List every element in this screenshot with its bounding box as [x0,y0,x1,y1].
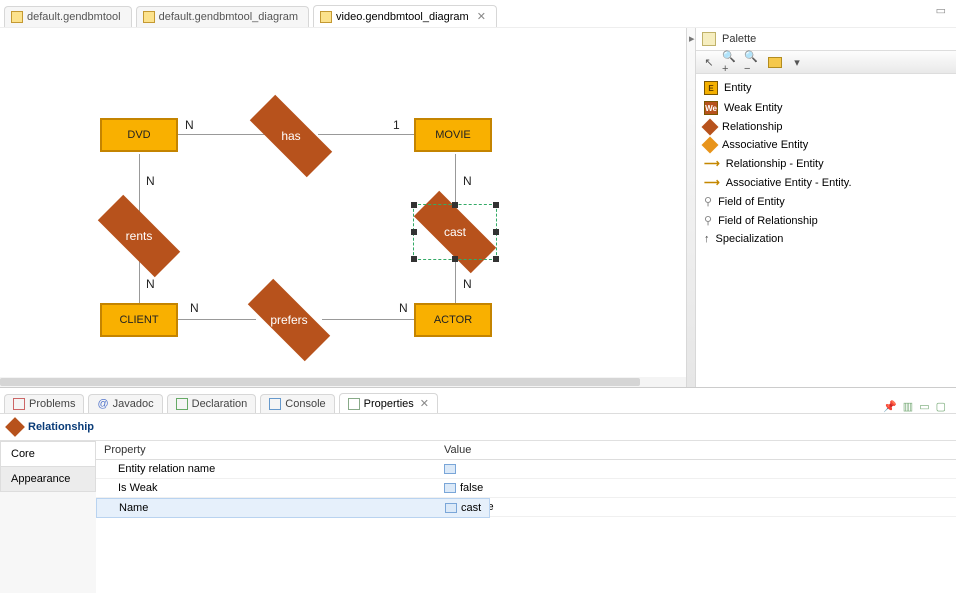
palette-item-relationship-entity[interactable]: ⟶Relationship - Entity [696,154,956,173]
palette-item-specialization[interactable]: ↑Specialization [696,230,956,248]
view-toolbar: 📌 ▥ ▭ ▢ [883,400,956,413]
palette-item-field-of-relationship[interactable]: ⚲Field of Relationship [696,211,956,230]
file-icon [143,11,155,23]
property-row[interactable]: Entity relation name [96,460,956,479]
tab-problems[interactable]: Problems [4,394,84,413]
edge [322,319,414,320]
editor-area: DVD MOVIE CLIENT ACTOR has rents cast pr… [0,28,956,388]
palette-item-weak-entity[interactable]: WeWeak Entity [696,98,956,118]
side-tab-appearance[interactable]: Appearance [0,466,96,492]
restore-icon[interactable]: ▭ [926,0,956,21]
properties-header-row: Property Value [96,441,956,460]
select-tool-icon[interactable]: ↖ [700,53,718,71]
palette-icon [702,32,716,46]
relationship-has[interactable]: has [260,118,322,154]
cardinality: N [190,301,199,315]
palette-item-field-of-entity[interactable]: ⚲Field of Entity [696,192,956,211]
palette-item-entity[interactable]: EEntity [696,78,956,98]
minimize-icon[interactable]: ▭ [919,400,929,413]
palette-item-associative-entity-entity[interactable]: ⟶Associative Entity - Entity. [696,173,956,192]
maximize-icon[interactable]: ▢ [936,400,946,413]
side-tab-core[interactable]: Core [0,441,96,467]
palette-item-associative-entity[interactable]: Associative Entity [696,136,956,154]
editor-tabbar: default.gendbmtool default.gendbmtool_di… [0,0,956,28]
properties-table: Property Value Entity relation name Is W… [96,441,956,593]
properties-side-tabs: Core Appearance [0,441,96,593]
value-icon [445,503,457,513]
palette-item-relationship[interactable]: Relationship [696,118,956,136]
col-property: Property [96,441,436,459]
zoom-in-icon[interactable]: 🔍+ [722,53,740,71]
folder-icon[interactable] [766,53,784,71]
cardinality: N [146,277,155,291]
edge [318,134,414,135]
diagram-canvas[interactable]: DVD MOVIE CLIENT ACTOR has rents cast pr… [0,28,686,387]
properties-view: Relationship Core Appearance Property Va… [0,414,956,593]
cardinality: N [463,174,472,188]
file-icon [11,11,23,23]
zoom-out-icon[interactable]: 🔍− [744,53,762,71]
view-menu-icon[interactable]: ▥ [903,400,913,413]
entity-actor[interactable]: ACTOR [414,303,492,337]
entity-movie[interactable]: MOVIE [414,118,492,152]
relationship-prefers[interactable]: prefers [258,302,320,338]
value-icon [444,464,456,474]
editor-tab-active[interactable]: video.gendbmtool_diagram ✕ [313,5,497,27]
relationship-rents[interactable]: rents [108,218,170,254]
property-row[interactable]: Is Weak false [96,479,956,498]
palette-list: EEntity WeWeak Entity Relationship Assoc… [696,74,956,252]
entity-dvd[interactable]: DVD [100,118,178,152]
cardinality: N [185,118,194,132]
file-icon [320,11,332,23]
cardinality: N [146,174,155,188]
col-value: Value [436,441,956,459]
tab-properties[interactable]: Properties✕ [339,393,438,413]
tab-label: video.gendbmtool_diagram [336,11,469,23]
editor-tab[interactable]: default.gendbmtool [4,6,132,27]
palette-header: Palette [696,28,956,50]
h-scrollbar[interactable] [0,377,686,387]
dropdown-icon[interactable]: ▾ [788,53,806,71]
palette: Palette ↖ 🔍+ 🔍− ▾ EEntity WeWeak Entity … [696,28,956,387]
cardinality: N [399,301,408,315]
tab-javadoc[interactable]: @Javadoc [88,394,162,413]
relationship-icon [5,417,25,437]
pin-icon[interactable]: 📌 [883,400,897,413]
value-icon [444,483,456,493]
selection-marquee [413,204,497,260]
tab-console[interactable]: Console [260,394,334,413]
entity-client[interactable]: CLIENT [100,303,178,337]
tab-declaration[interactable]: Declaration [167,394,257,413]
edge [178,319,256,320]
close-icon[interactable]: ✕ [477,10,486,23]
tab-label: default.gendbmtool [27,11,121,23]
palette-title: Palette [722,33,756,45]
tab-label: default.gendbmtool_diagram [159,11,298,23]
palette-collapse[interactable]: ▸ [686,28,696,387]
cardinality: 1 [393,118,400,132]
bottom-tabbar: Problems @Javadoc Declaration Console Pr… [0,388,956,414]
property-row-selected[interactable]: Name cast [96,498,490,518]
editor-tab[interactable]: default.gendbmtool_diagram [136,6,309,27]
palette-toolbar: ↖ 🔍+ 🔍− ▾ [696,50,956,74]
edge [139,154,140,218]
close-icon[interactable]: ✕ [420,397,429,410]
cardinality: N [463,277,472,291]
properties-heading: Relationship [0,414,956,440]
